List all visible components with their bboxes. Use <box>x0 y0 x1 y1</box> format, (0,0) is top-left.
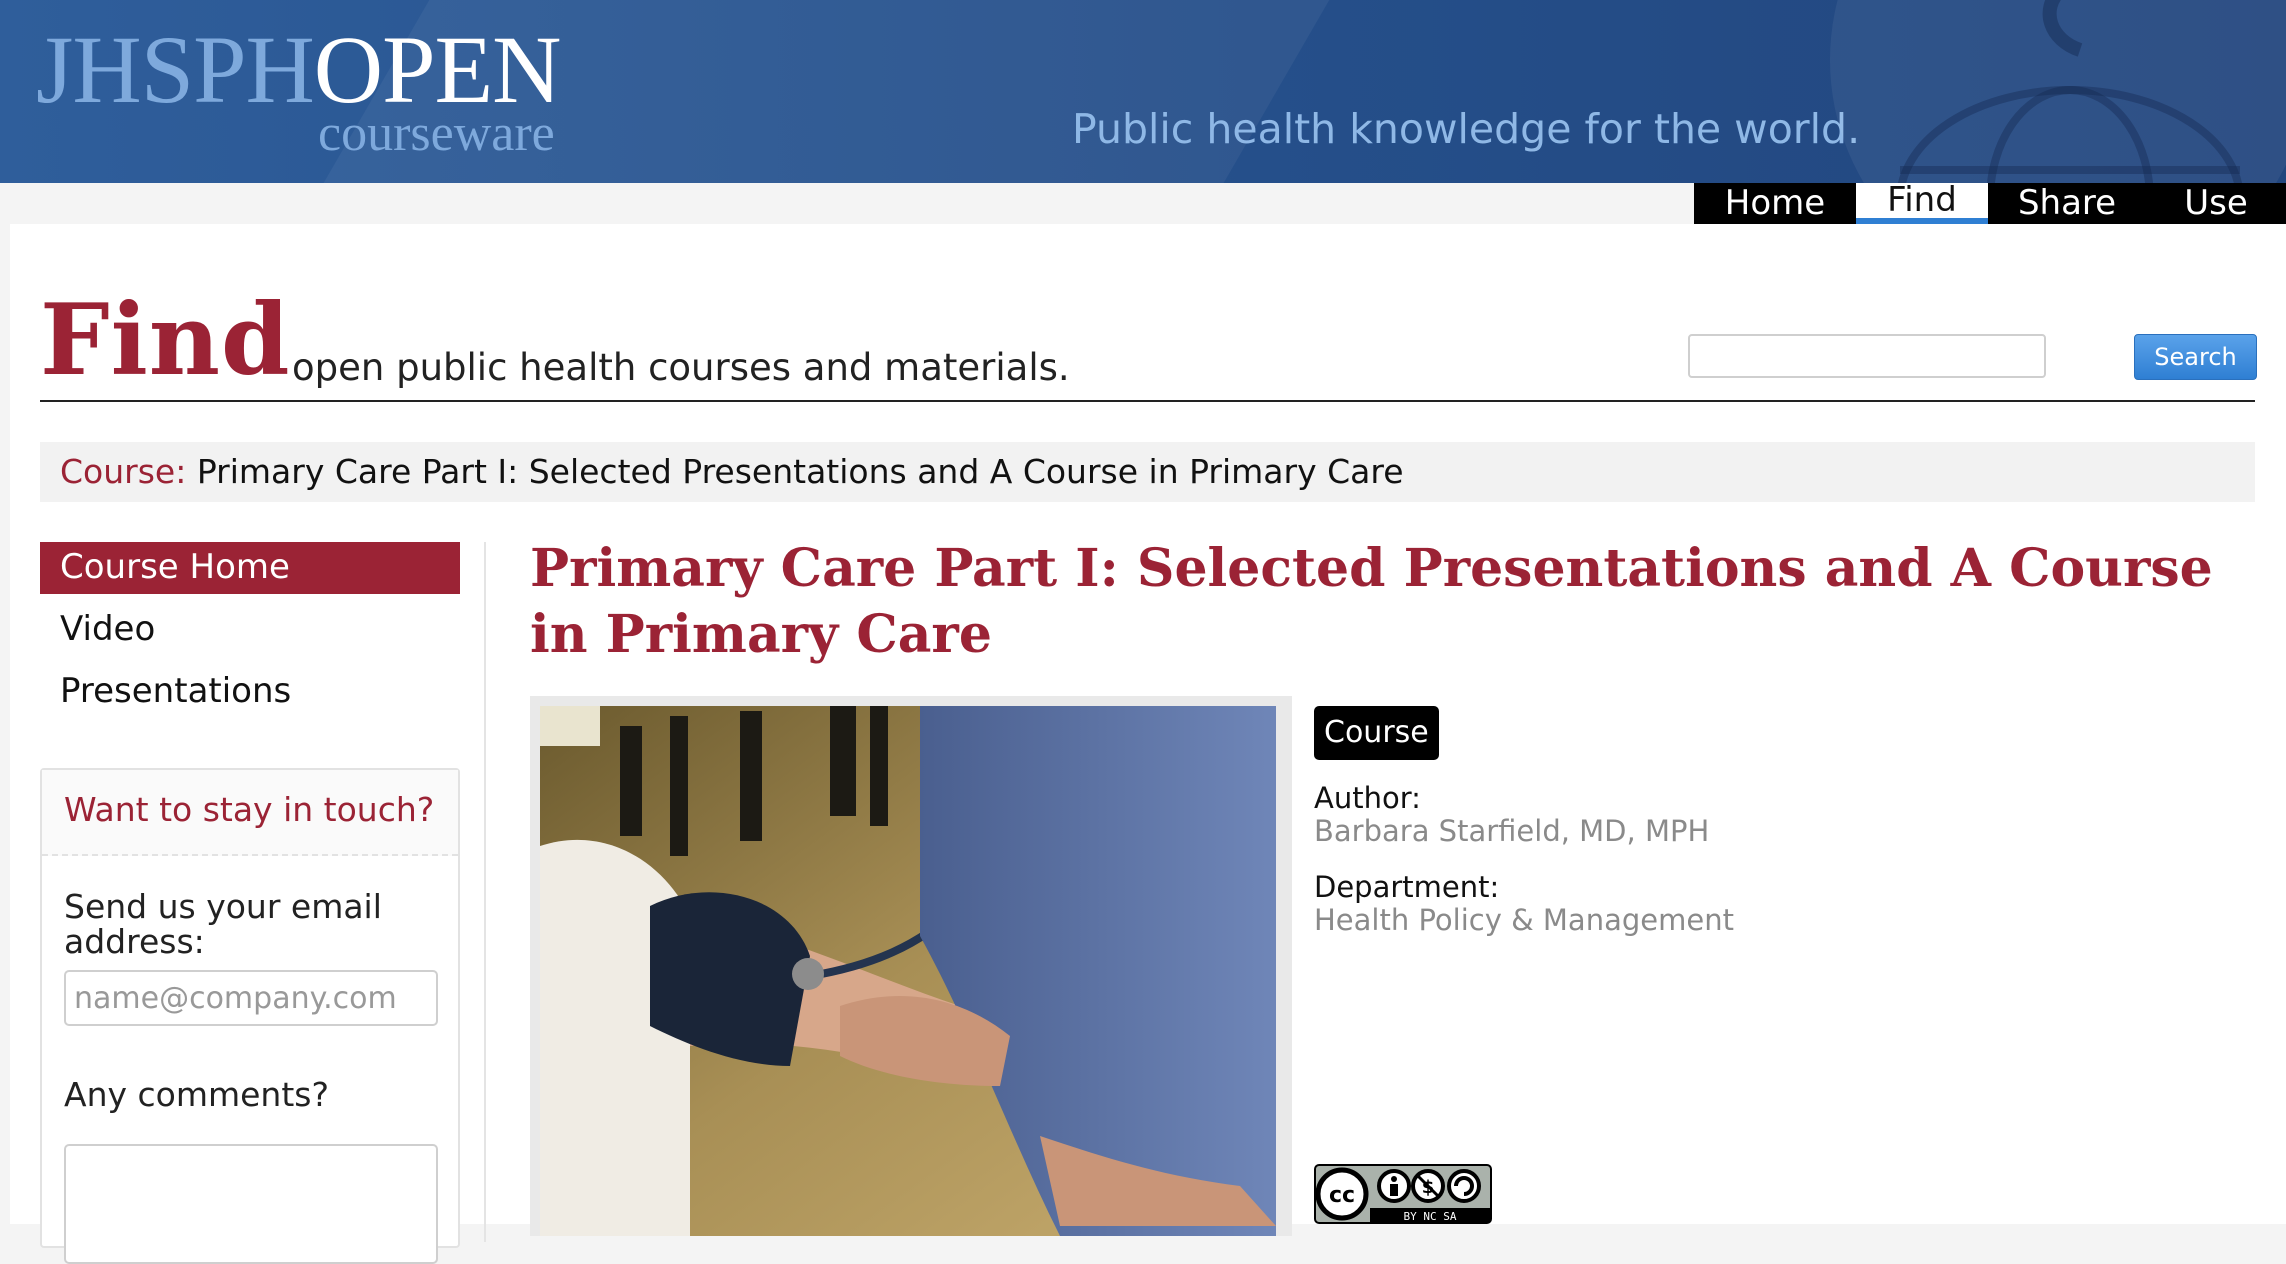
nav-find[interactable]: Find <box>1856 183 1988 224</box>
blood-pressure-photo <box>540 706 1276 1236</box>
search-input[interactable] <box>1688 334 2046 378</box>
license-badge-text: BY NC SA <box>1404 1210 1457 1223</box>
sidebar-divider <box>484 542 486 1242</box>
course-image <box>530 696 1292 1236</box>
logo-sub-text: courseware <box>318 105 555 162</box>
sidebar-nav: Course Home Video Presentations <box>40 542 460 728</box>
sidebar-item-video[interactable]: Video <box>40 604 460 656</box>
newsletter-box: Want to stay in touch? Send us your emai… <box>40 768 460 1264</box>
site-logo[interactable]: JHSPHOPEN courseware <box>36 22 561 163</box>
university-seal-icon <box>1830 0 2286 183</box>
site-banner: JHSPHOPEN courseware Public health knowl… <box>0 0 2286 183</box>
author-value: Barbara Starfield, MD, MPH <box>1314 814 1710 848</box>
sidebar-item-course-home[interactable]: Course Home <box>40 542 460 594</box>
logo-primary-text: JHSPH <box>36 16 315 123</box>
nav-home[interactable]: Home <box>1694 183 1856 224</box>
nav-use[interactable]: Use <box>2146 183 2286 224</box>
search-button[interactable]: Search <box>2134 334 2257 380</box>
page-title: Find <box>40 283 291 398</box>
department-value[interactable]: Health Policy & Management <box>1314 903 1734 937</box>
comments-field[interactable] <box>64 1144 438 1264</box>
department-label: Department: <box>1314 870 1500 904</box>
breadcrumb-label: Course: <box>60 452 187 491</box>
breadcrumb: Course: Primary Care Part I: Selected Pr… <box>40 442 2255 502</box>
newsletter-heading: Want to stay in touch? <box>42 770 458 856</box>
page-content: Find open public health courses and mate… <box>10 224 2286 1264</box>
course-type-badge: Course <box>1314 706 1439 760</box>
page-subtitle: open public health courses and materials… <box>292 346 1070 389</box>
author-label: Author: <box>1314 781 1421 815</box>
site-tagline: Public health knowledge for the world. <box>1072 105 1861 153</box>
nav-share[interactable]: Share <box>1988 183 2146 224</box>
top-nav: Home Find Share Use <box>1694 183 2286 224</box>
breadcrumb-course-title[interactable]: Primary Care Part I: Selected Presentati… <box>197 452 1404 491</box>
creative-commons-license-icon[interactable]: cc $ BY NC SA <box>1314 1164 1492 1224</box>
course-title: Primary Care Part I: Selected Presentati… <box>530 538 2213 665</box>
svg-text:cc: cc <box>1329 1183 1355 1208</box>
sidebar-item-presentations[interactable]: Presentations <box>40 666 460 718</box>
email-field[interactable] <box>64 970 438 1026</box>
comments-label: Any comments? <box>64 1075 329 1114</box>
header-divider <box>40 400 2255 402</box>
email-label: Send us your email address: <box>64 887 382 961</box>
